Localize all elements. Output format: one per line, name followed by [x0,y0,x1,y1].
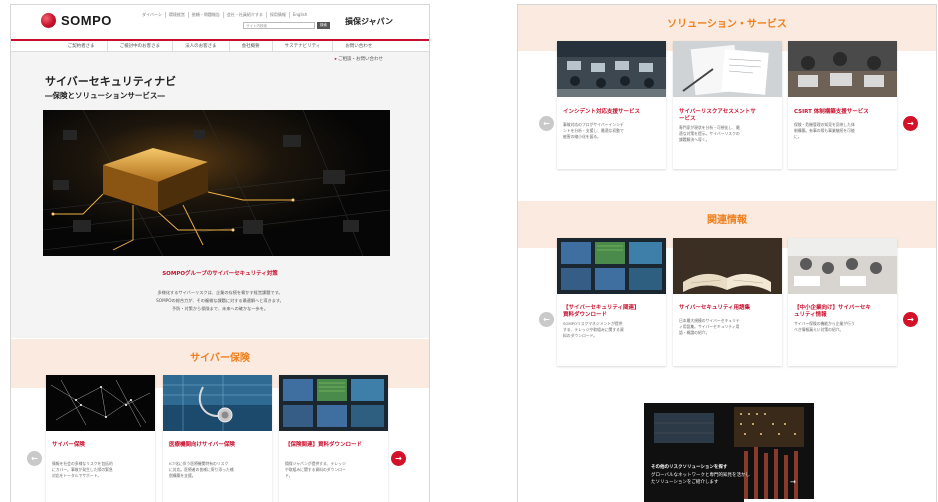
carousel-prev-button[interactable]: ← [27,451,42,466]
card-glossary[interactable]: サイバーセキュリティ用語集 日本最大規模のサイバーセキュリテ ィ用語集。サイバーセ… [673,238,782,366]
page-subtitle: ―保険とソリューションサービス― [45,91,165,100]
card-desc: 情報を社会の多様なリスクを包括的 にカバー。事故が発生した際の緊急 対応をトータルで… [52,461,113,478]
banner-text: グローバルなネットワークと専門的知見を活かし [651,473,750,478]
card-desc: 損保ジャパンが提供する、テレッジ や取組みに関する資料のダウンロー ド。 [285,461,346,478]
logo-text: SOMPO [61,13,112,28]
util-link[interactable]: 採用情報 [265,12,289,18]
card-image-network [46,375,155,431]
carousel-next-button[interactable]: → [903,312,918,327]
card-desc: 保険・危機管理の知見を反映した体 制構築。有事の際も事業継続を可能 に。 [794,122,855,139]
card-incident-response[interactable]: インシデント対応支援サービス 事故対応のプロがサイバーインシデ ントを分析・支援し… [557,41,666,169]
left-page-screenshot: SOMPO ダイバーシ 環境経営 依頼・問題報告 会社・社員紹介する 採用情報 … [10,4,430,502]
card-title: サイバーセキュリティ用語集 [679,305,751,311]
card-desc: 専門家が現状を分析・可視化し、最 適な対策を提示。サイバーリスクの 課題解決へ導く。 [679,125,740,142]
utility-links: ダイバーシ 環境経営 依頼・問題報告 会社・社員紹介する 採用情報 Englis… [139,12,310,18]
section-title-related-info: 関連情報 [707,215,747,226]
brand-name[interactable]: 損保ジャパン [345,16,393,27]
banner-arrow-icon: → [790,478,796,486]
intro-title: SOMPOグループのサイバーセキュリティ対策 [162,271,278,277]
nav-item[interactable]: ご契約者さま [56,41,107,51]
card-title: 【中小企業向け】サイバーセキ ュリティ情報 [794,305,871,318]
banner-text: たソリューションをご紹介します [651,480,719,485]
other-solutions-banner[interactable]: その他のリスクソリューションを探す グローバルなネットワークと専門的知見を活かし… [644,403,814,502]
hero-image-chip [43,110,390,256]
carousel-prev-button[interactable]: ← [539,312,554,327]
card-image-open-book [673,238,782,294]
card-desc: サイバー保険の機能から企業が行う べき情報漏えい対策の紹介。 [794,321,855,332]
site-header: SOMPO ダイバーシ 環境経営 依頼・問題報告 会社・社員紹介する 採用情報 … [11,5,429,39]
section-title-solutions: ソリューション・サービス [667,19,787,30]
card-desc: 日本最大規模のサイバーセキュリテ ィ用語集。サイバーセキュリティ用 語・概論の紹介。 [679,318,740,335]
card-sme-info[interactable]: 【中小企業向け】サイバーセキ ュリティ情報 サイバー保険の機能から企業が行う べき情… [788,238,897,366]
search-row: サイト内検索 検索 [243,22,330,29]
intro-text: 多様化するサイバーリスクは、企業の存続を脅かす経営課題です。 [157,290,283,295]
card-desc: ICT化に伴う医療機関特有のリスク に対応。医療者の皆様に寄り添った補 償構築を支援… [169,461,234,478]
banner-title: その他のリスクソリューションを探す [651,465,728,470]
card-risk-assessment[interactable]: サイバーリスクアセスメントサ ービス 専門家が現状を分析・可視化し、最 適な対策を提… [673,41,782,169]
global-nav: ご契約者さま ご検討中のお客さま 法人のお客さま 会社概要 サステナビリティ お… [11,39,429,52]
intro-text: SOMPOの総合力が、その複雑な課題に対する最適解へと導きます。 [156,298,284,303]
card-csirt-support[interactable]: CSIRT 体制構築支援サービス 保険・危機管理の知見を反映した体 制構築。有事の… [788,41,897,169]
card-image-office [557,41,666,97]
nav-item[interactable]: 会社概要 [228,41,272,51]
card-image-binders [279,375,388,431]
search-input[interactable]: サイト内検索 [243,22,315,29]
sompo-logo-mark-icon [41,13,56,28]
card-title: 医療機関向けサイバー保険 [169,442,235,448]
nav-item[interactable]: ご検討中のお客さま [106,41,173,51]
sompo-logo[interactable]: SOMPO [41,13,112,28]
util-link[interactable]: 会社・社員紹介する [222,12,266,18]
card-cybersecurity-download[interactable]: 【サイバーセキュリティ関連】 資料ダウンロード SOMPOリスクマネジメントが提供… [557,238,666,366]
section-title-cyber-insurance: サイバー保険 [190,353,250,364]
card-desc: 事故対応のプロがサイバーインシデ ントを分析・支援し、最適な初動で 被害の縮小化を図… [563,122,624,139]
carousel-next-button[interactable]: → [391,451,406,466]
card-title: インシデント対応支援サービス [563,109,641,115]
card-title: 【サイバーセキュリティ関連】 資料ダウンロード [563,305,640,318]
search-button[interactable]: 検索 [317,22,330,29]
card-title: CSIRT 体制構築支援サービス [794,109,869,115]
card-title: 【保険関連】資料ダウンロード [285,442,363,448]
card-title: サイバーリスクアセスメントサ ービス [679,109,756,122]
card-image-documents [673,41,782,97]
card-desc: SOMPOリスクマネジメントが提供 する、テレッジや取組みに関する資 料のダウンロー… [563,321,624,338]
util-link[interactable]: 環境経営 [164,12,188,18]
card-cyber-insurance[interactable]: サイバー保険 情報を社会の多様なリスクを包括的 にカバー。事故が発生した際の緊急対… [46,375,155,502]
carousel-prev-button[interactable]: ← [539,116,554,131]
page-title: サイバーセキュリティナビ [45,75,177,88]
contact-link[interactable]: ご相談・お問い合わせ [335,56,383,62]
card-image-binders [557,238,666,294]
right-page-screenshot: ソリューション・サービス インシデント対応支援サービス 事故対応のプロがサイバー… [517,4,937,502]
nav-item[interactable]: お問い合わせ [332,41,384,51]
util-link[interactable]: 依頼・問題報告 [187,12,223,18]
card-insurance-download[interactable]: 【保険関連】資料ダウンロード 損保ジャパンが提供する、テレッジ や取組みに関する資… [279,375,388,502]
card-title: サイバー保険 [52,442,85,448]
card-image-classroom [788,238,897,294]
carousel-next-button[interactable]: → [903,116,918,131]
card-image-stethoscope [163,375,272,431]
nav-item[interactable]: サステナビリティ [271,41,333,51]
util-link[interactable]: English [288,12,310,18]
card-image-meeting [788,41,897,97]
card-medical-cyber-insurance[interactable]: 医療機関向けサイバー保険 ICT化に伴う医療機関特有のリスク に対応。医療者の皆様… [163,375,272,502]
intro-text: 予防・対策から保険まで、未来への確かな一歩を。 [171,306,269,311]
nav-item[interactable]: 法人のお客さま [172,41,229,51]
util-link[interactable]: ダイバーシ [139,12,165,18]
